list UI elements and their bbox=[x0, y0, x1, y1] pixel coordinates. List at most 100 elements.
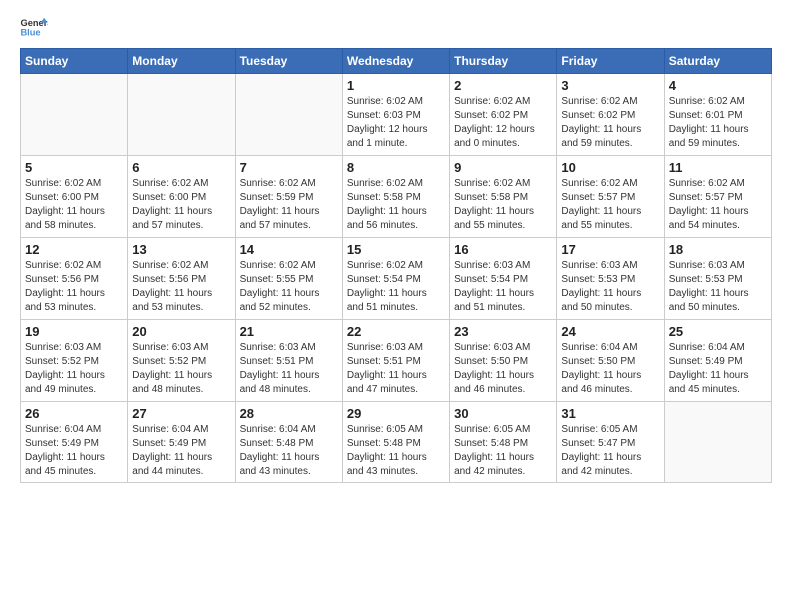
calendar-cell: 1 Sunrise: 6:02 AM Sunset: 6:03 PM Daylig… bbox=[342, 74, 449, 156]
calendar-cell: 21 Sunrise: 6:03 AM Sunset: 5:51 PM Dayli… bbox=[235, 320, 342, 402]
calendar-cell bbox=[664, 402, 771, 483]
weekday-header-row: SundayMondayTuesdayWednesdayThursdayFrid… bbox=[21, 49, 772, 74]
calendar-cell: 24Sunrise: 6:04 AM Sunset: 5:50 PM Dayli… bbox=[557, 320, 664, 402]
calendar-cell: 19Sunrise: 6:03 AM Sunset: 5:52 PM Dayli… bbox=[21, 320, 128, 402]
day-number: 17 bbox=[561, 242, 659, 257]
day-number: 12 bbox=[25, 242, 123, 257]
day-info: Sunrise: 6:03 AM Sunset: 5:52 PM Dayligh… bbox=[25, 341, 123, 397]
weekday-header-sunday: Sunday bbox=[21, 49, 128, 74]
day-info: Sunrise: 6:02 AM Sunset: 6:00 PM Dayligh… bbox=[132, 177, 230, 233]
day-number: 21 bbox=[240, 324, 338, 339]
day-info: Sunrise: 6:04 AM Sunset: 5:49 PM Dayligh… bbox=[669, 341, 767, 397]
day-info: Sunrise: 6:03 AM Sunset: 5:51 PM Dayligh… bbox=[347, 341, 445, 397]
day-number: 26 bbox=[25, 406, 123, 421]
day-number: 14 bbox=[240, 242, 338, 257]
day-number: 13 bbox=[132, 242, 230, 257]
calendar-cell: 31 Sunrise: 6:05 AM Sunset: 5:47 PM Dayli… bbox=[557, 402, 664, 483]
calendar-cell: 16Sunrise: 6:03 AM Sunset: 5:54 PM Dayli… bbox=[450, 238, 557, 320]
day-info: Sunrise: 6:02 AM Sunset: 5:56 PM Dayligh… bbox=[132, 259, 230, 315]
calendar-week-5: 26 Sunrise: 6:04 AM Sunset: 5:49 PM Dayli… bbox=[21, 402, 772, 483]
calendar-cell: 17Sunrise: 6:03 AM Sunset: 5:53 PM Dayli… bbox=[557, 238, 664, 320]
day-number: 2 bbox=[454, 78, 552, 93]
day-info: Sunrise: 6:05 AM Sunset: 5:47 PM Dayligh… bbox=[561, 423, 659, 479]
day-number: 27 bbox=[132, 406, 230, 421]
day-info: Sunrise: 6:02 AM Sunset: 5:57 PM Dayligh… bbox=[561, 177, 659, 233]
svg-text:Blue: Blue bbox=[20, 27, 40, 37]
day-number: 28 bbox=[240, 406, 338, 421]
calendar-cell: 25 Sunrise: 6:04 AM Sunset: 5:49 PM Dayli… bbox=[664, 320, 771, 402]
calendar-table: SundayMondayTuesdayWednesdayThursdayFrid… bbox=[20, 48, 772, 483]
day-number: 23 bbox=[454, 324, 552, 339]
day-number: 31 bbox=[561, 406, 659, 421]
day-number: 9 bbox=[454, 160, 552, 175]
calendar-cell: 15 Sunrise: 6:02 AM Sunset: 5:54 PM Dayli… bbox=[342, 238, 449, 320]
calendar-cell: 11 Sunrise: 6:02 AM Sunset: 5:57 PM Dayli… bbox=[664, 156, 771, 238]
day-number: 11 bbox=[669, 160, 767, 175]
day-info: Sunrise: 6:04 AM Sunset: 5:50 PM Dayligh… bbox=[561, 341, 659, 397]
weekday-header-monday: Monday bbox=[128, 49, 235, 74]
calendar-cell bbox=[128, 74, 235, 156]
day-number: 15 bbox=[347, 242, 445, 257]
calendar-cell: 18Sunrise: 6:03 AM Sunset: 5:53 PM Dayli… bbox=[664, 238, 771, 320]
calendar-cell: 27 Sunrise: 6:04 AM Sunset: 5:49 PM Dayli… bbox=[128, 402, 235, 483]
calendar-cell: 13 Sunrise: 6:02 AM Sunset: 5:56 PM Dayli… bbox=[128, 238, 235, 320]
day-number: 29 bbox=[347, 406, 445, 421]
day-info: Sunrise: 6:02 AM Sunset: 6:02 PM Dayligh… bbox=[561, 95, 659, 151]
day-info: Sunrise: 6:02 AM Sunset: 5:58 PM Dayligh… bbox=[454, 177, 552, 233]
calendar-week-4: 19Sunrise: 6:03 AM Sunset: 5:52 PM Dayli… bbox=[21, 320, 772, 402]
day-info: Sunrise: 6:02 AM Sunset: 5:57 PM Dayligh… bbox=[669, 177, 767, 233]
page-container: General Blue SundayMondayTuesdayWednesda… bbox=[0, 0, 792, 493]
day-number: 22 bbox=[347, 324, 445, 339]
weekday-header-friday: Friday bbox=[557, 49, 664, 74]
day-info: Sunrise: 6:02 AM Sunset: 6:02 PM Dayligh… bbox=[454, 95, 552, 151]
weekday-header-thursday: Thursday bbox=[450, 49, 557, 74]
calendar-cell bbox=[21, 74, 128, 156]
day-number: 5 bbox=[25, 160, 123, 175]
logo: General Blue bbox=[20, 16, 48, 38]
calendar-cell: 29 Sunrise: 6:05 AM Sunset: 5:48 PM Dayli… bbox=[342, 402, 449, 483]
day-info: Sunrise: 6:02 AM Sunset: 6:00 PM Dayligh… bbox=[25, 177, 123, 233]
day-number: 6 bbox=[132, 160, 230, 175]
day-info: Sunrise: 6:04 AM Sunset: 5:49 PM Dayligh… bbox=[25, 423, 123, 479]
day-info: Sunrise: 6:02 AM Sunset: 5:55 PM Dayligh… bbox=[240, 259, 338, 315]
weekday-header-wednesday: Wednesday bbox=[342, 49, 449, 74]
day-info: Sunrise: 6:03 AM Sunset: 5:51 PM Dayligh… bbox=[240, 341, 338, 397]
day-number: 7 bbox=[240, 160, 338, 175]
day-info: Sunrise: 6:02 AM Sunset: 5:56 PM Dayligh… bbox=[25, 259, 123, 315]
calendar-cell: 5 Sunrise: 6:02 AM Sunset: 6:00 PM Daylig… bbox=[21, 156, 128, 238]
day-info: Sunrise: 6:05 AM Sunset: 5:48 PM Dayligh… bbox=[347, 423, 445, 479]
day-number: 20 bbox=[132, 324, 230, 339]
calendar-cell: 20 Sunrise: 6:03 AM Sunset: 5:52 PM Dayli… bbox=[128, 320, 235, 402]
day-number: 30 bbox=[454, 406, 552, 421]
day-info: Sunrise: 6:05 AM Sunset: 5:48 PM Dayligh… bbox=[454, 423, 552, 479]
calendar-cell: 30 Sunrise: 6:05 AM Sunset: 5:48 PM Dayli… bbox=[450, 402, 557, 483]
calendar-week-2: 5 Sunrise: 6:02 AM Sunset: 6:00 PM Daylig… bbox=[21, 156, 772, 238]
day-info: Sunrise: 6:02 AM Sunset: 5:54 PM Dayligh… bbox=[347, 259, 445, 315]
weekday-header-tuesday: Tuesday bbox=[235, 49, 342, 74]
weekday-header-saturday: Saturday bbox=[664, 49, 771, 74]
calendar-cell: 6 Sunrise: 6:02 AM Sunset: 6:00 PM Daylig… bbox=[128, 156, 235, 238]
calendar-cell: 3 Sunrise: 6:02 AM Sunset: 6:02 PM Daylig… bbox=[557, 74, 664, 156]
day-info: Sunrise: 6:04 AM Sunset: 5:48 PM Dayligh… bbox=[240, 423, 338, 479]
day-info: Sunrise: 6:04 AM Sunset: 5:49 PM Dayligh… bbox=[132, 423, 230, 479]
day-number: 3 bbox=[561, 78, 659, 93]
day-info: Sunrise: 6:02 AM Sunset: 5:58 PM Dayligh… bbox=[347, 177, 445, 233]
calendar-cell: 10Sunrise: 6:02 AM Sunset: 5:57 PM Dayli… bbox=[557, 156, 664, 238]
day-info: Sunrise: 6:03 AM Sunset: 5:52 PM Dayligh… bbox=[132, 341, 230, 397]
calendar-cell: 28 Sunrise: 6:04 AM Sunset: 5:48 PM Dayli… bbox=[235, 402, 342, 483]
calendar-cell: 9 Sunrise: 6:02 AM Sunset: 5:58 PM Daylig… bbox=[450, 156, 557, 238]
day-info: Sunrise: 6:02 AM Sunset: 6:03 PM Dayligh… bbox=[347, 95, 445, 151]
day-number: 16 bbox=[454, 242, 552, 257]
day-number: 8 bbox=[347, 160, 445, 175]
calendar-cell: 7 Sunrise: 6:02 AM Sunset: 5:59 PM Daylig… bbox=[235, 156, 342, 238]
calendar-cell bbox=[235, 74, 342, 156]
day-info: Sunrise: 6:02 AM Sunset: 5:59 PM Dayligh… bbox=[240, 177, 338, 233]
day-number: 1 bbox=[347, 78, 445, 93]
header: General Blue bbox=[20, 16, 772, 38]
day-number: 25 bbox=[669, 324, 767, 339]
calendar-week-3: 12 Sunrise: 6:02 AM Sunset: 5:56 PM Dayli… bbox=[21, 238, 772, 320]
calendar-cell: 8 Sunrise: 6:02 AM Sunset: 5:58 PM Daylig… bbox=[342, 156, 449, 238]
day-info: Sunrise: 6:03 AM Sunset: 5:50 PM Dayligh… bbox=[454, 341, 552, 397]
calendar-cell: 22 Sunrise: 6:03 AM Sunset: 5:51 PM Dayli… bbox=[342, 320, 449, 402]
day-number: 18 bbox=[669, 242, 767, 257]
